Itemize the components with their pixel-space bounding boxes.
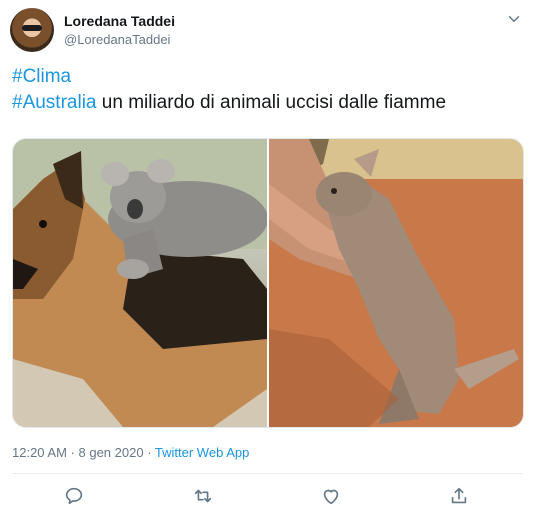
- like-icon[interactable]: [320, 485, 342, 507]
- hashtag-australia[interactable]: #Australia: [12, 92, 97, 113]
- media-gallery: [12, 138, 524, 428]
- tweet-text: #Clima #Australia un miliardo di animali…: [12, 64, 522, 116]
- hashtag-clima[interactable]: #Clima: [12, 66, 71, 87]
- reply-icon[interactable]: [63, 485, 85, 507]
- tweet-date[interactable]: 8 gen 2020: [79, 445, 144, 460]
- action-divider: [12, 473, 523, 474]
- avatar-sunglasses: [22, 25, 42, 31]
- photo-dog-koala[interactable]: [13, 139, 268, 427]
- chevron-down-icon[interactable]: [505, 10, 523, 28]
- avatar[interactable]: [10, 8, 54, 52]
- author-handle[interactable]: @LoredanaTaddei: [64, 32, 170, 47]
- share-icon[interactable]: [448, 485, 470, 507]
- retweet-icon[interactable]: [192, 485, 214, 507]
- tweet-time[interactable]: 12:20 AM: [12, 445, 67, 460]
- meta-separator: ·: [66, 445, 79, 460]
- tweet-body: un miliardo di animali uccisi dalle fiam…: [96, 92, 447, 113]
- meta-separator-2: ·: [143, 445, 155, 460]
- tweet-source[interactable]: Twitter Web App: [155, 445, 249, 460]
- author-name[interactable]: Loredana Taddei: [64, 13, 175, 29]
- photo-baby-kangaroo[interactable]: [269, 139, 523, 427]
- tweet-meta: 12:20 AM · 8 gen 2020 · Twitter Web App: [12, 445, 249, 460]
- tweet-card: Loredana Taddei @LoredanaTaddei #Clima #…: [0, 0, 535, 519]
